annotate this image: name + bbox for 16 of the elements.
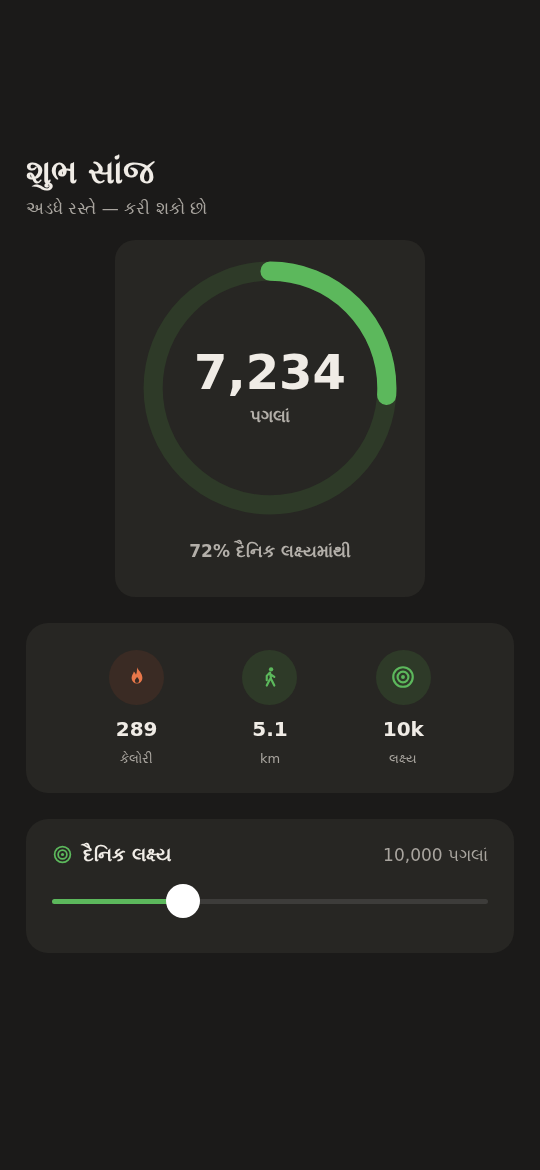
slider-thumb[interactable] [165,884,200,918]
stat-value: 5.1 [252,717,288,741]
step-unit: પગલાં [250,406,290,426]
stat-value: 10k [382,716,424,741]
step-count: 7,234 [194,343,346,402]
goal-reading: 10,000 પગલાં [383,844,488,865]
stat-label: કેલોરી [120,750,154,767]
stat-value: 289 [115,716,158,741]
goal-title: દૈનિક લક્ષ્ય [83,843,172,866]
stat-label: km [259,751,281,766]
goal-slider[interactable] [52,884,488,918]
greeting-title: શુભ સાંજ [26,151,156,193]
stat-label: લક્ષ્ય [389,750,418,767]
goal-caption: 72% દૈનિક લક્ષ્યમાંથી [189,541,351,561]
greeting-subtitle: અડધે રસ્તે — કરી શકો છો [26,198,209,218]
target-icon [52,844,73,865]
